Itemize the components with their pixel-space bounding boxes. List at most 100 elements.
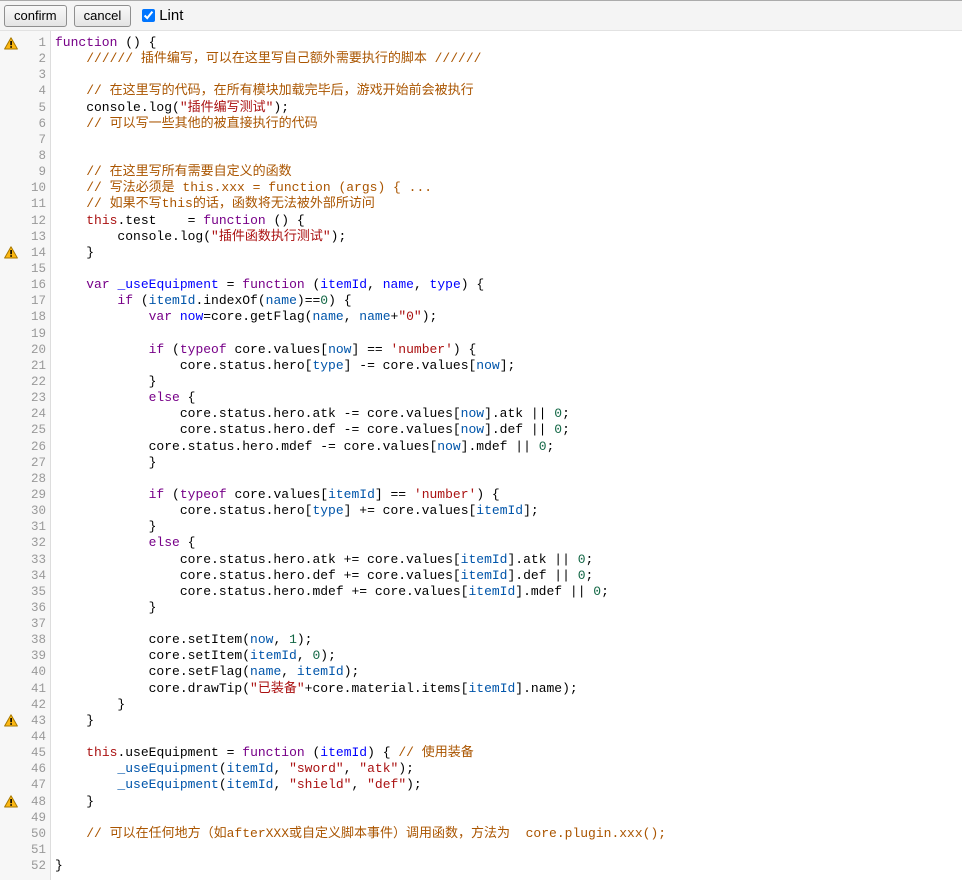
code-token: this: [86, 213, 117, 228]
code-line[interactable]: core.setItem(now, 1);: [51, 632, 962, 648]
code-token: "0": [398, 309, 421, 324]
code-line[interactable]: [51, 148, 962, 164]
code-token: function: [242, 745, 304, 760]
code-line-row: 48 }: [0, 794, 962, 810]
code-line[interactable]: _useEquipment(itemId, "sword", "atk");: [51, 761, 962, 777]
code-token: }: [55, 713, 94, 728]
code-line[interactable]: console.log("插件函数执行测试");: [51, 229, 962, 245]
code-line[interactable]: else {: [51, 390, 962, 406]
code-line[interactable]: }: [51, 713, 962, 729]
lint-warning-icon[interactable]: [4, 246, 18, 259]
code-token: core.status.hero.atk -= core.values[: [55, 406, 461, 421]
cancel-button[interactable]: cancel: [74, 5, 132, 27]
code-token: ];: [523, 503, 539, 518]
code-line[interactable]: console.log("插件编写测试");: [51, 100, 962, 116]
code-token: itemId: [297, 664, 344, 679]
code-token: itemId: [149, 293, 196, 308]
lint-warning-icon[interactable]: [4, 714, 18, 727]
code-line[interactable]: }: [51, 600, 962, 616]
code-token: core.status.hero.atk += core.values[: [55, 552, 461, 567]
code-line[interactable]: core.status.hero.atk += core.values[item…: [51, 552, 962, 568]
lint-marker-cell[interactable]: [0, 794, 20, 810]
lint-warning-icon[interactable]: [4, 795, 18, 808]
code-line-row: 14 }: [0, 245, 962, 261]
lint-marker-cell-empty: [0, 83, 20, 99]
code-token: "插件编写测试": [180, 100, 274, 115]
line-number: 41: [20, 681, 51, 697]
confirm-button[interactable]: confirm: [4, 5, 67, 27]
code-line[interactable]: var _useEquipment = function (itemId, na…: [51, 277, 962, 293]
code-token: ) {: [476, 487, 499, 502]
code-token: }: [55, 858, 63, 873]
code-line[interactable]: if (typeof core.values[itemId] == 'numbe…: [51, 487, 962, 503]
line-number: 39: [20, 648, 51, 664]
code-line[interactable]: }: [51, 374, 962, 390]
code-line[interactable]: function () {: [51, 35, 962, 51]
code-token: else: [149, 390, 180, 405]
line-number: 2: [20, 51, 51, 67]
code-line[interactable]: // 在这里写的代码，在所有模块加载完毕后，游戏开始前会被执行: [51, 83, 962, 99]
code-line[interactable]: // 如果不写this的话，函数将无法被外部所访问: [51, 196, 962, 212]
code-line[interactable]: if (typeof core.values[now] == 'number')…: [51, 342, 962, 358]
code-line[interactable]: core.setFlag(name, itemId);: [51, 664, 962, 680]
code-token: "shield": [289, 777, 351, 792]
code-line[interactable]: [51, 616, 962, 632]
code-line[interactable]: }: [51, 697, 962, 713]
code-line[interactable]: }: [51, 245, 962, 261]
code-token: [55, 164, 86, 179]
code-line[interactable]: [51, 471, 962, 487]
code-line[interactable]: ////// 插件编写，可以在这里写自己额外需要执行的脚本 //////: [51, 51, 962, 67]
code-token: // 在这里写所有需要自定义的函数: [86, 164, 291, 179]
code-line-row: 40 core.setFlag(name, itemId);: [0, 664, 962, 680]
code-line[interactable]: core.setItem(itemId, 0);: [51, 648, 962, 664]
code-line-row: 36 }: [0, 600, 962, 616]
code-line[interactable]: // 可以写一些其他的被直接执行的代码: [51, 116, 962, 132]
code-token: () {: [117, 35, 156, 50]
code-line[interactable]: // 在这里写所有需要自定义的函数: [51, 164, 962, 180]
code-token: );: [273, 100, 289, 115]
code-token: );: [320, 648, 336, 663]
code-line[interactable]: [51, 729, 962, 745]
code-token: ].mdef ||: [515, 584, 593, 599]
code-line[interactable]: // 可以在任何地方（如afterXXX或自定义脚本事件）调用函数，方法为 co…: [51, 826, 962, 842]
code-line[interactable]: // 写法必须是 this.xxx = function (args) { ..…: [51, 180, 962, 196]
line-number: 1: [20, 35, 51, 51]
code-line[interactable]: [51, 326, 962, 342]
code-token: ;: [586, 552, 594, 567]
lint-marker-cell[interactable]: [0, 245, 20, 261]
code-line[interactable]: }: [51, 858, 962, 874]
code-token: // 可以在任何地方（如afterXXX或自定义脚本事件）调用函数，方法为 co…: [86, 826, 666, 841]
code-line[interactable]: core.status.hero.mdef += core.values[ite…: [51, 584, 962, 600]
code-line[interactable]: core.status.hero.mdef -= core.values[now…: [51, 439, 962, 455]
code-line[interactable]: core.status.hero.def += core.values[item…: [51, 568, 962, 584]
lint-marker-cell-empty: [0, 648, 20, 664]
lint-marker-cell[interactable]: [0, 713, 20, 729]
lint-marker-cell-empty: [0, 67, 20, 83]
code-line[interactable]: core.status.hero.def -= core.values[now]…: [51, 422, 962, 438]
code-line[interactable]: }: [51, 519, 962, 535]
code-line[interactable]: core.status.hero.atk -= core.values[now]…: [51, 406, 962, 422]
code-line[interactable]: this.test = function () {: [51, 213, 962, 229]
code-line[interactable]: [51, 810, 962, 826]
code-line[interactable]: core.drawTip("已装备"+core.material.items[i…: [51, 681, 962, 697]
lint-warning-icon[interactable]: [4, 37, 18, 50]
code-line[interactable]: if (itemId.indexOf(name)==0) {: [51, 293, 962, 309]
code-line-row: 13 console.log("插件函数执行测试");: [0, 229, 962, 245]
code-line[interactable]: core.status.hero[type] -= core.values[no…: [51, 358, 962, 374]
code-line[interactable]: [51, 261, 962, 277]
code-line[interactable]: var now=core.getFlag(name, name+"0");: [51, 309, 962, 325]
code-line[interactable]: [51, 842, 962, 858]
code-line[interactable]: [51, 132, 962, 148]
code-line[interactable]: this.useEquipment = function (itemId) { …: [51, 745, 962, 761]
code-line[interactable]: core.status.hero[type] += core.values[it…: [51, 503, 962, 519]
code-line[interactable]: else {: [51, 535, 962, 551]
lint-marker-cell[interactable]: [0, 35, 20, 51]
code-line[interactable]: [51, 67, 962, 83]
code-line[interactable]: }: [51, 794, 962, 810]
code-line[interactable]: }: [51, 455, 962, 471]
code-editor[interactable]: 1function () {2 ////// 插件编写，可以在这里写自己额外需要…: [0, 31, 962, 880]
code-line[interactable]: _useEquipment(itemId, "shield", "def");: [51, 777, 962, 793]
code-line-row: 28: [0, 471, 962, 487]
lint-marker-cell-empty: [0, 326, 20, 342]
lint-checkbox[interactable]: [142, 9, 155, 22]
